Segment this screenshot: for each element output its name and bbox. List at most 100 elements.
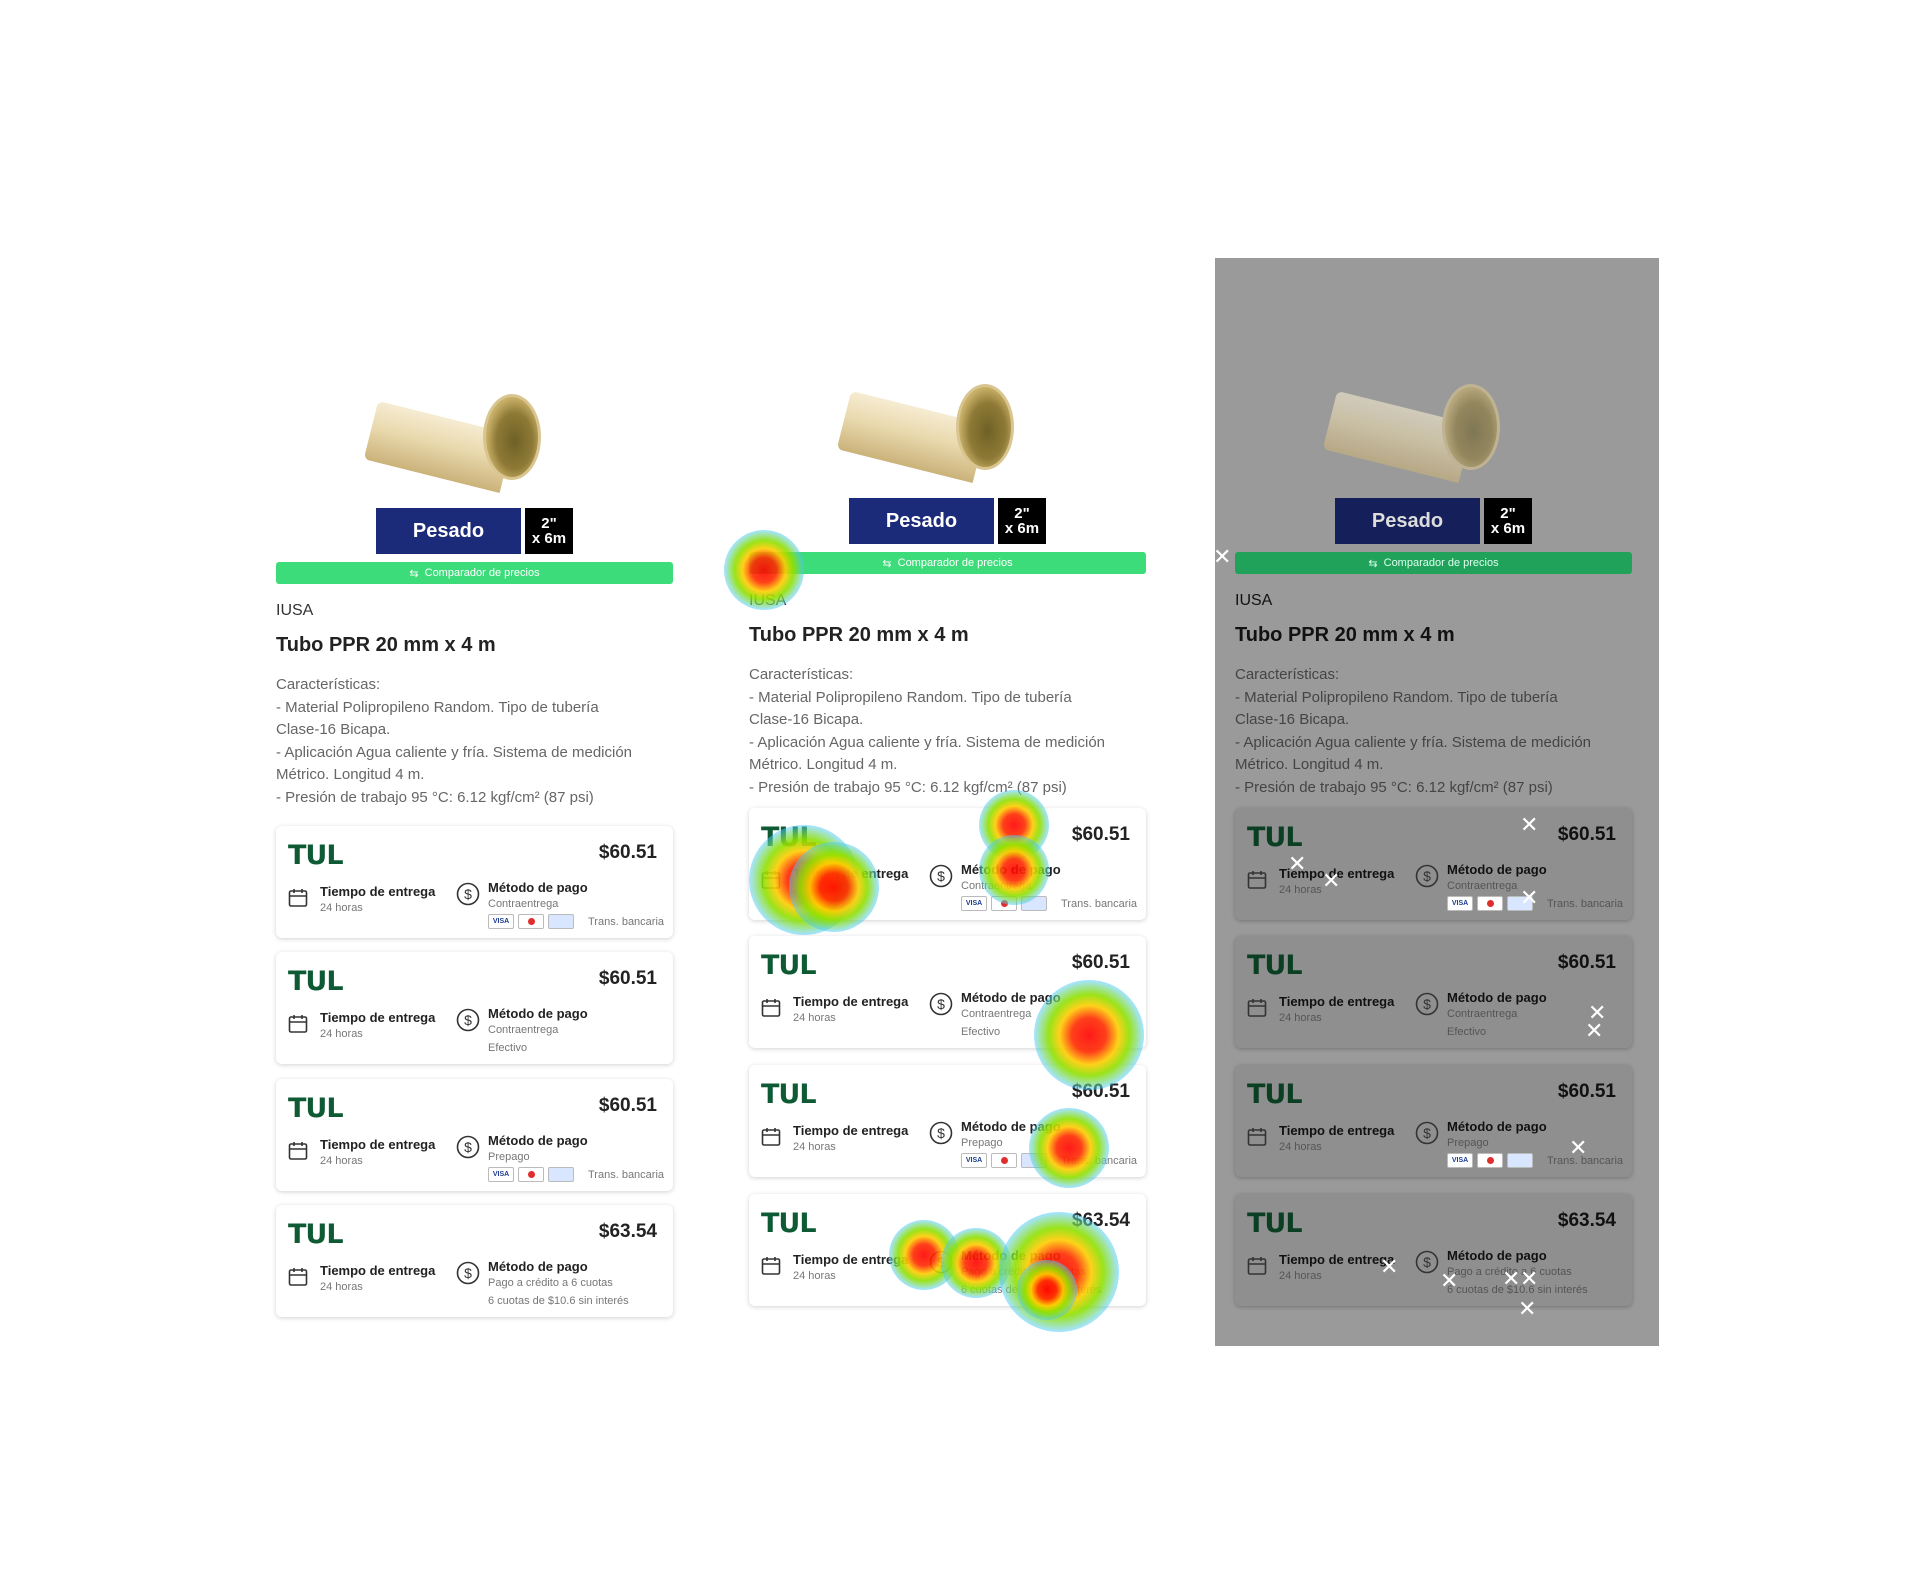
payment-method-value: Contraentrega: [1447, 880, 1518, 892]
tul-logo: TUL: [1247, 822, 1303, 853]
feature-line: Clase-16 Bicapa.: [276, 721, 391, 738]
delivery-time-value: 24 horas: [1279, 1141, 1322, 1153]
size-badge-diameter: 2": [541, 515, 557, 532]
delivery-time-value: 24 horas: [1279, 884, 1322, 896]
product-title: Tubo PPR 20 mm x 4 m: [749, 624, 969, 646]
product-image[interactable]: [363, 390, 541, 493]
offer-card[interactable]: TUL $60.51 Tiempo de entrega 24 horas $ …: [276, 1079, 673, 1191]
offer-price: $60.51: [1557, 1081, 1616, 1102]
product-image[interactable]: [836, 380, 1014, 483]
amex-icon: [1507, 1153, 1533, 1168]
delivery-time-value: 24 horas: [793, 1270, 836, 1282]
payment-method-label: Método de pago: [488, 1259, 588, 1274]
payment-method-value: Prepago: [488, 1151, 530, 1163]
delivery-time-label: Tiempo de entrega: [1279, 994, 1395, 1009]
offer-price: $63.54: [598, 1221, 657, 1242]
feature-line: - Material Polipropileno Random. Tipo de…: [1235, 688, 1558, 706]
mastercard-icon: [518, 914, 544, 929]
payment-method-detail: 6 cuotas de $10.6 sin interés: [488, 1295, 629, 1307]
svg-text:$: $: [937, 1125, 945, 1141]
price-comparator-button[interactable]: ⇆ Comparador de precios: [749, 552, 1146, 574]
dollar-circle-icon: $: [1415, 1121, 1439, 1145]
delivery-time-label: Tiempo de entrega: [793, 994, 909, 1009]
click-marker: ✕: [1520, 1266, 1539, 1291]
feature-line: Métrico. Longitud 4 m.: [1235, 756, 1384, 773]
product-image[interactable]: [1322, 380, 1500, 483]
dollar-circle-icon: $: [456, 1261, 480, 1285]
calendar-icon: [1247, 871, 1267, 889]
payment-method-detail: Efectivo: [1447, 1026, 1487, 1038]
bank-transfer-note: Trans. bancaria: [588, 915, 665, 928]
tul-logo: TUL: [761, 1208, 817, 1239]
mastercard-icon: [1477, 1153, 1503, 1168]
visa-icon: VISA: [961, 1153, 987, 1168]
feature-line: - Presión de trabajo 95 °C: 6.12 kgf/cm²…: [1235, 778, 1553, 796]
feature-line: Métrico. Longitud 4 m.: [749, 756, 898, 773]
offer-price: $63.54: [1557, 1210, 1616, 1231]
dollar-circle-icon: $: [929, 864, 953, 888]
visa-icon: VISA: [1447, 1153, 1473, 1168]
product-brand: IUSA: [1235, 592, 1273, 609]
dollar-circle-icon: $: [929, 992, 953, 1016]
payment-method-label: Método de pago: [488, 1133, 588, 1148]
payment-cards: VISA Trans. bancaria: [488, 914, 664, 929]
badge-row: Pesado 2" x 6m: [1335, 498, 1532, 544]
pesado-badge: Pesado: [1335, 498, 1480, 544]
offer-card[interactable]: TUL $60.51 Tiempo de entrega 24 horas $ …: [1235, 936, 1632, 1048]
product-features: Características: - Material Polipropileno…: [1235, 664, 1635, 799]
svg-text:$: $: [937, 868, 945, 884]
heatmap-spot: [1029, 1108, 1109, 1188]
click-marker: ✕: [1213, 544, 1232, 569]
payment-method-value: Pago a crédito a 6 cuotas: [488, 1277, 613, 1289]
product-title: Tubo PPR 20 mm x 4 m: [1235, 624, 1455, 646]
delivery-time-value: 24 horas: [793, 1141, 836, 1153]
payment-method-value: Contraentrega: [1447, 1008, 1518, 1020]
badge-row: Pesado 2" x 6m: [376, 508, 573, 554]
delivery-time-value: 24 horas: [320, 1028, 363, 1040]
offer-card[interactable]: TUL $60.51 Tiempo de entrega 24 horas $ …: [276, 826, 673, 938]
calendar-icon: [1247, 1257, 1267, 1275]
price-comparator-button[interactable]: ⇆ Comparador de precios: [276, 562, 673, 584]
calendar-icon: [761, 1128, 781, 1146]
size-badge: 2" x 6m: [998, 498, 1046, 544]
price-comparator-label: Comparador de precios: [897, 557, 1013, 569]
calendar-icon: [288, 1268, 308, 1286]
payment-cards: VISA Trans. bancaria: [961, 896, 1137, 911]
badge-row: Pesado 2" x 6m: [849, 498, 1046, 544]
heatmap-spot: [1034, 980, 1144, 1090]
svg-text:$: $: [464, 1265, 472, 1281]
payment-method-detail: Efectivo: [488, 1042, 528, 1054]
svg-text:$: $: [1423, 868, 1431, 884]
click-marker: ✕: [1502, 1266, 1521, 1291]
svg-text:$: $: [1423, 1254, 1431, 1270]
calendar-icon: [1247, 1128, 1267, 1146]
offer-card[interactable]: TUL $60.51 Tiempo de entrega 24 horas $ …: [1235, 1065, 1632, 1177]
product-panel-original: Pesado 2" x 6m ⇆ Comparador de precios I…: [276, 390, 686, 1355]
dollar-circle-icon: $: [1415, 992, 1439, 1016]
tul-logo: TUL: [288, 1219, 344, 1250]
payment-cards: VISA Trans. bancaria: [488, 1167, 664, 1182]
price-comparator-button[interactable]: ⇆ Comparador de precios: [1235, 552, 1632, 574]
compare-arrows-icon: ⇆: [882, 557, 892, 570]
svg-text:$: $: [937, 996, 945, 1012]
tul-logo: TUL: [288, 840, 344, 871]
delivery-time-label: Tiempo de entrega: [1279, 1123, 1395, 1138]
delivery-time-label: Tiempo de entrega: [320, 1263, 436, 1278]
svg-text:$: $: [464, 886, 472, 902]
size-badge-diameter: 2": [1014, 505, 1030, 522]
payment-method-label: Método de pago: [1447, 990, 1547, 1005]
payment-method-label: Método de pago: [1447, 1119, 1547, 1134]
offer-card[interactable]: TUL $60.51 Tiempo de entrega 24 horas $ …: [276, 952, 673, 1064]
dollar-circle-icon: $: [456, 882, 480, 906]
tul-logo: TUL: [288, 966, 344, 997]
payment-method-value: Contraentrega: [961, 1008, 1032, 1020]
mastercard-icon: [991, 1153, 1017, 1168]
offer-card[interactable]: TUL $63.54 Tiempo de entrega 24 horas $ …: [1235, 1194, 1632, 1306]
size-badge-length: x 6m: [531, 530, 567, 547]
offer-card[interactable]: TUL $63.54 Tiempo de entrega 24 horas $ …: [276, 1205, 673, 1317]
feature-line: Características:: [276, 676, 381, 693]
click-marker: ✕: [1520, 812, 1539, 837]
delivery-time-value: 24 horas: [793, 1012, 836, 1024]
visa-icon: VISA: [961, 896, 987, 911]
click-marker: ✕: [1288, 851, 1307, 876]
